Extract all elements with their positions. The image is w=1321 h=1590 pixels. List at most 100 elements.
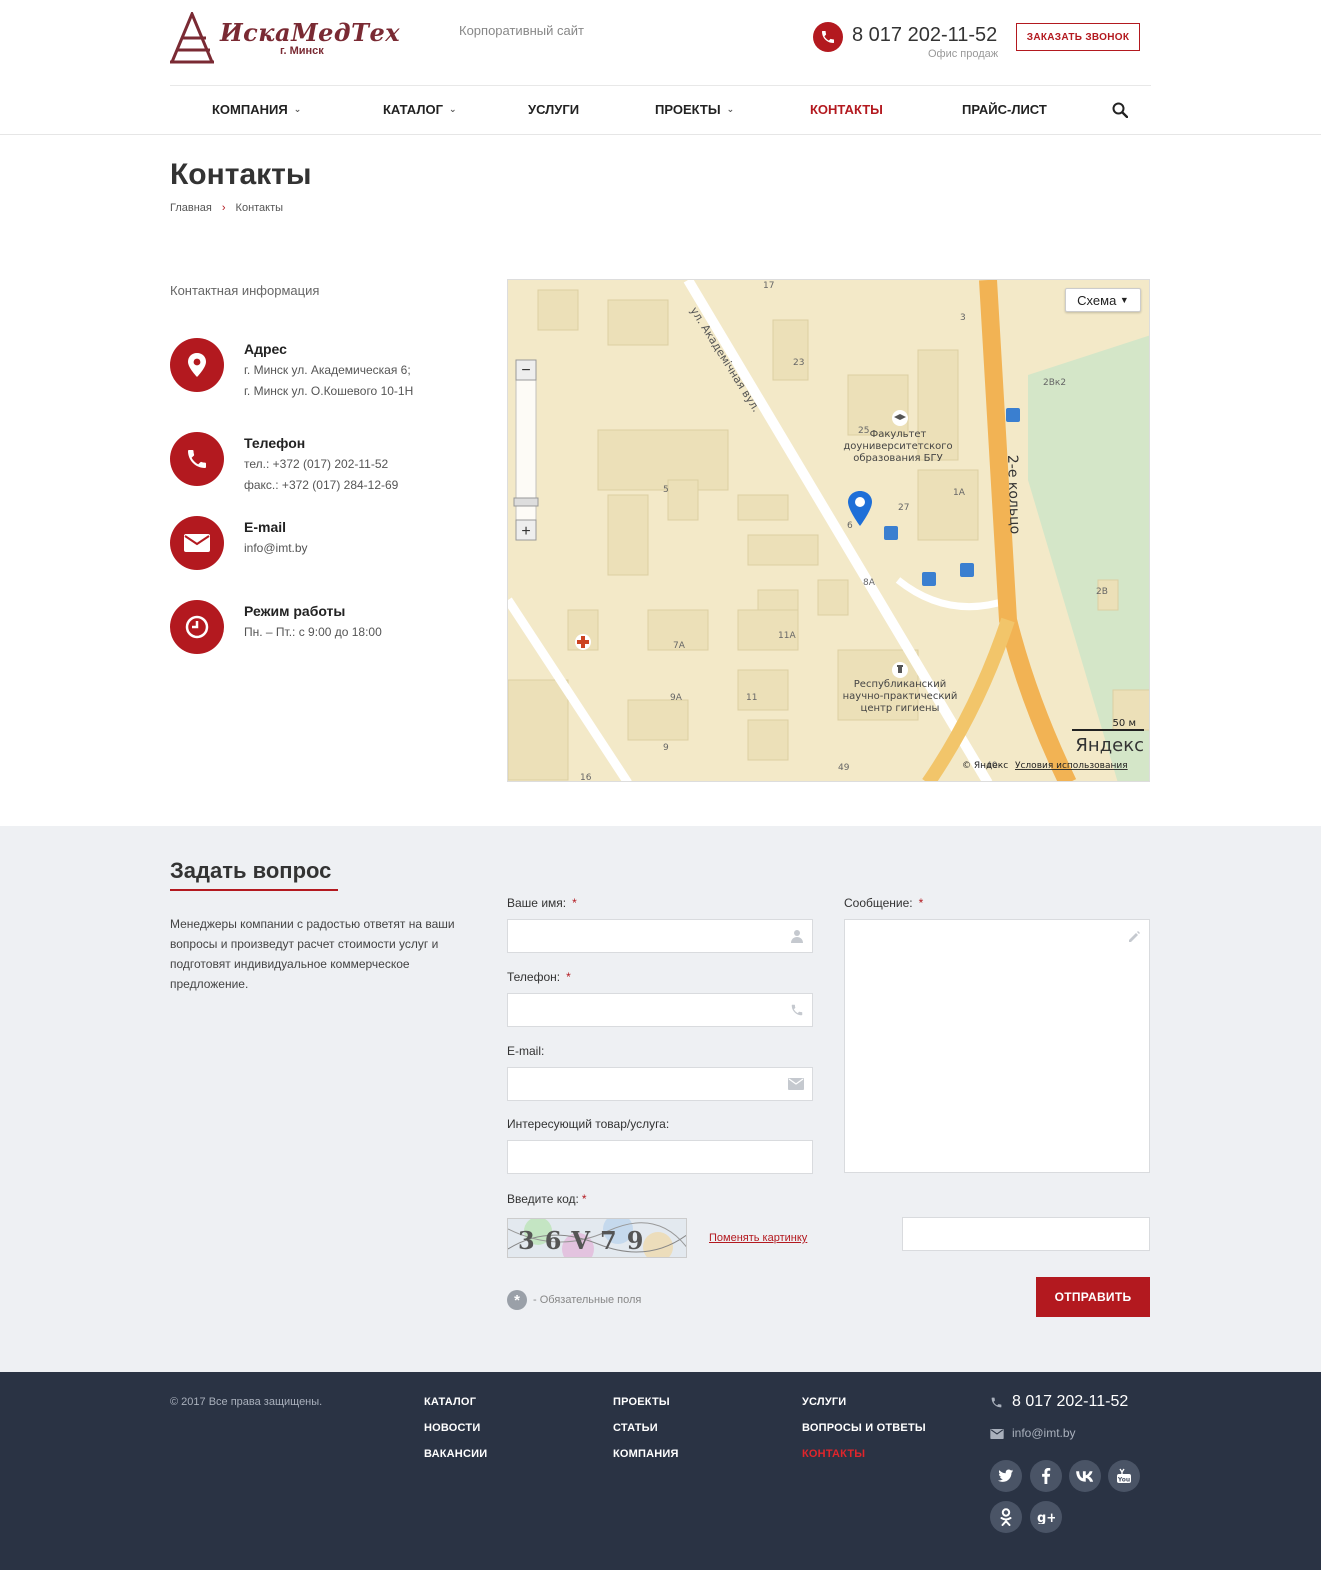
nav-item-projects[interactable]: ПРОЕКТЫ ⌄ [655, 102, 734, 117]
breadcrumb-current: Контакты [235, 202, 284, 214]
clock-icon [170, 600, 224, 654]
map-copyright: © Яндекс [962, 761, 1008, 771]
map-poi-line: центр гигиены [861, 703, 940, 714]
phone-icon [991, 1397, 1002, 1408]
map-ring-road-label: 2-е кольцо [1004, 455, 1023, 535]
map-poi-line: Республиканский [854, 679, 946, 690]
change-captcha-link[interactable]: Поменять картинку [709, 1232, 807, 1244]
youtube-icon[interactable]: You [1108, 1460, 1140, 1492]
map-house-number: 9 [663, 743, 669, 753]
fax-line: факс.: +372 (017) 284-12-69 [244, 478, 399, 492]
message-textarea[interactable] [844, 919, 1150, 1173]
map-zoom-control[interactable]: − + [513, 359, 539, 541]
map-house-number: 8А [863, 578, 876, 588]
footer-link-news[interactable]: НОВОСТИ [424, 1422, 480, 1434]
footer-link-contacts[interactable]: КОНТАКТЫ [802, 1448, 865, 1460]
email-title: E-mail [244, 519, 287, 535]
logo-city: г. Минск [280, 45, 324, 57]
envelope-icon [990, 1429, 1004, 1439]
envelope-icon [170, 516, 224, 570]
nav-item-contacts[interactable]: КОНТАКТЫ [810, 102, 883, 117]
svg-text:−: − [521, 362, 530, 379]
footer-link-services[interactable]: УСЛУГИ [802, 1396, 846, 1408]
ask-question-section: Задать вопрос Менеджеры компании с радос… [0, 826, 1321, 1372]
site-header: ИскаМедТех г. Минск Корпоративный сайт 8… [0, 0, 1321, 135]
nav-item-pricelist[interactable]: ПРАЙС-ЛИСТ [962, 102, 1047, 117]
email-field[interactable] [507, 1067, 813, 1101]
map-canvas[interactable]: ул. Академічная вул. 2-е кольцо 17 3 23 … [508, 280, 1150, 782]
nav-item-services[interactable]: УСЛУГИ [528, 102, 579, 117]
name-label: Ваше имя: * [507, 896, 577, 910]
map-house-number: 3 [960, 313, 966, 323]
map-terms-link[interactable]: Условия использования [1015, 761, 1128, 771]
odnoklassniki-icon[interactable] [990, 1501, 1022, 1533]
footer-phone[interactable]: 8 017 202-11-52 [1012, 1393, 1128, 1411]
email-label: E-mail: [507, 1044, 545, 1058]
phone-label: Телефон: * [507, 970, 571, 984]
footer-email[interactable]: info@imt.by [1012, 1426, 1076, 1440]
address-line: г. Минск ул. Академическая 6; [244, 363, 411, 377]
yandex-map[interactable]: ул. Академічная вул. 2-е кольцо 17 3 23 … [507, 279, 1150, 782]
breadcrumb: Главная › Контакты [170, 202, 283, 214]
map-type-select[interactable]: Схема ▼ [1065, 288, 1141, 312]
phone-field[interactable] [507, 993, 813, 1027]
address-title: Адрес [244, 341, 287, 357]
footer-copyright: © 2017 Все права защищены. [170, 1396, 323, 1408]
facebook-icon[interactable] [1030, 1460, 1062, 1492]
logo-name: ИскаМедТех [220, 18, 401, 47]
twitter-icon[interactable] [990, 1460, 1022, 1492]
vk-icon[interactable] [1069, 1460, 1101, 1492]
captcha-image: 36V79 [507, 1218, 687, 1258]
header-phone-icon [813, 22, 843, 52]
asterisk-icon: * [507, 1290, 527, 1310]
map-house-number: 1А [953, 488, 966, 498]
product-field[interactable] [507, 1140, 813, 1174]
header-phone-note: Офис продаж [928, 48, 999, 60]
map-house-number: 7А [673, 641, 686, 651]
map-house-number: 11А [778, 631, 796, 641]
map-house-number: 23 [793, 358, 804, 368]
location-pin-icon [170, 338, 224, 392]
captcha-input[interactable] [902, 1217, 1150, 1251]
search-icon[interactable] [1112, 102, 1128, 118]
map-house-number: 5 [663, 485, 669, 495]
message-label: Сообщение: * [844, 896, 924, 910]
google-plus-icon[interactable]: g+ [1030, 1501, 1062, 1533]
breadcrumb-separator-icon: › [221, 202, 226, 214]
nav-item-catalog[interactable]: КАТАЛОГ ⌄ [383, 102, 457, 117]
hours-title: Режим работы [244, 603, 346, 619]
footer-link-catalog[interactable]: КАТАЛОГ [424, 1396, 476, 1408]
map-house-number: 16 [580, 773, 592, 782]
yandex-logo: Яндекс [1075, 735, 1144, 756]
map-house-number: 2В [1096, 587, 1108, 597]
breadcrumb-home[interactable]: Главная [170, 202, 212, 214]
hospital-icon [575, 634, 591, 650]
section-title: Задать вопрос [170, 858, 332, 883]
address-line: г. Минск ул. О.Кошевого 10-1Н [244, 384, 414, 398]
map-house-number: 11 [746, 693, 757, 703]
page-title: Контакты [170, 158, 312, 191]
site-footer: © 2017 Все права защищены. КАТАЛОГ НОВОС… [0, 1372, 1321, 1570]
bus-stop-icon [960, 563, 974, 577]
nav-item-company[interactable]: КОМПАНИЯ ⌄ [212, 102, 301, 117]
chevron-down-icon: ⌄ [293, 104, 302, 114]
envelope-icon [788, 1078, 804, 1090]
phone-icon [791, 1004, 803, 1016]
code-label: Введите код: * [507, 1192, 587, 1206]
header-phone[interactable]: 8 017 202-11-52 [852, 24, 997, 47]
svg-text:g+: g+ [1037, 1511, 1055, 1524]
email-line[interactable]: info@imt.by [244, 541, 308, 555]
footer-link-articles[interactable]: СТАТЬИ [613, 1422, 658, 1434]
submit-button[interactable]: ОТПРАВИТЬ [1036, 1277, 1150, 1317]
footer-link-company[interactable]: КОМПАНИЯ [613, 1448, 679, 1460]
phone-line[interactable]: тел.: +372 (017) 202-11-52 [244, 457, 388, 471]
footer-link-faq[interactable]: ВОПРОСЫ И ОТВЕТЫ [802, 1422, 926, 1434]
map-house-number: 27 [898, 503, 909, 513]
footer-link-projects[interactable]: ПРОЕКТЫ [613, 1396, 670, 1408]
logo[interactable]: ИскаМедТех г. Минск [169, 10, 400, 64]
name-field[interactable] [507, 919, 813, 953]
callback-button[interactable]: ЗАКАЗАТЬ ЗВОНОК [1016, 23, 1140, 51]
graduation-cap-icon [892, 410, 908, 426]
pencil-icon [1129, 931, 1140, 942]
footer-link-vacancies[interactable]: ВАКАНСИИ [424, 1448, 487, 1460]
